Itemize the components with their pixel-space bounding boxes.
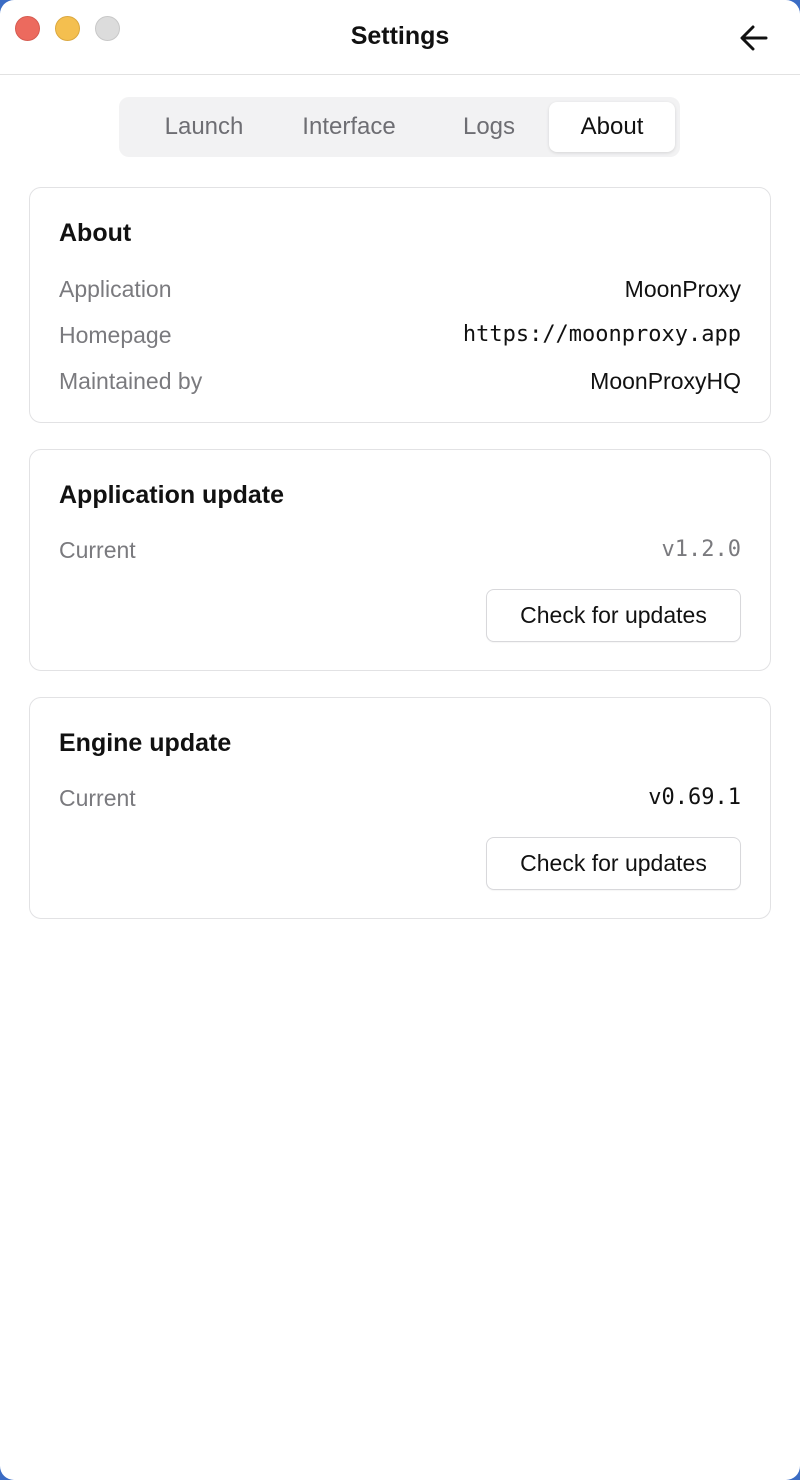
check-application-updates-button[interactable]: Check for updates <box>486 589 741 642</box>
tab-logs[interactable]: Logs <box>429 102 549 152</box>
engine-update-title: Engine update <box>59 729 232 757</box>
tab-launch[interactable]: Launch <box>129 102 279 152</box>
back-button[interactable] <box>732 18 776 58</box>
application-label: Application <box>59 276 172 302</box>
arrow-left-icon <box>740 25 768 51</box>
homepage-link[interactable]: https://moonproxy.app <box>463 322 741 347</box>
maintained-by-value: MoonProxyHQ <box>590 368 741 394</box>
settings-tabs: Launch Interface Logs About <box>119 97 680 157</box>
engine-current-version: v0.69.1 <box>648 785 741 810</box>
maintained-by-label: Maintained by <box>59 368 203 394</box>
window-title: Settings <box>350 22 450 50</box>
homepage-label: Homepage <box>59 322 172 348</box>
engine-update-card: Engine update Current v0.69.1 Check for … <box>29 697 771 919</box>
application-update-title: Application update <box>59 481 284 509</box>
settings-window: Settings Launch Interface Logs About Abo… <box>0 0 800 1480</box>
application-current-version: v1.2.0 <box>661 537 741 562</box>
about-card: About Application MoonProxy Homepage htt… <box>29 187 771 423</box>
check-engine-updates-button[interactable]: Check for updates <box>486 837 741 890</box>
tab-about[interactable]: About <box>549 102 675 152</box>
application-value: MoonProxy <box>624 276 741 302</box>
application-update-card: Application update Current v1.2.0 Check … <box>29 449 771 671</box>
engine-current-label: Current <box>59 785 136 811</box>
tab-interface[interactable]: Interface <box>279 102 419 152</box>
about-card-title: About <box>59 219 132 247</box>
application-current-label: Current <box>59 537 136 563</box>
title-bar: Settings <box>0 0 800 75</box>
